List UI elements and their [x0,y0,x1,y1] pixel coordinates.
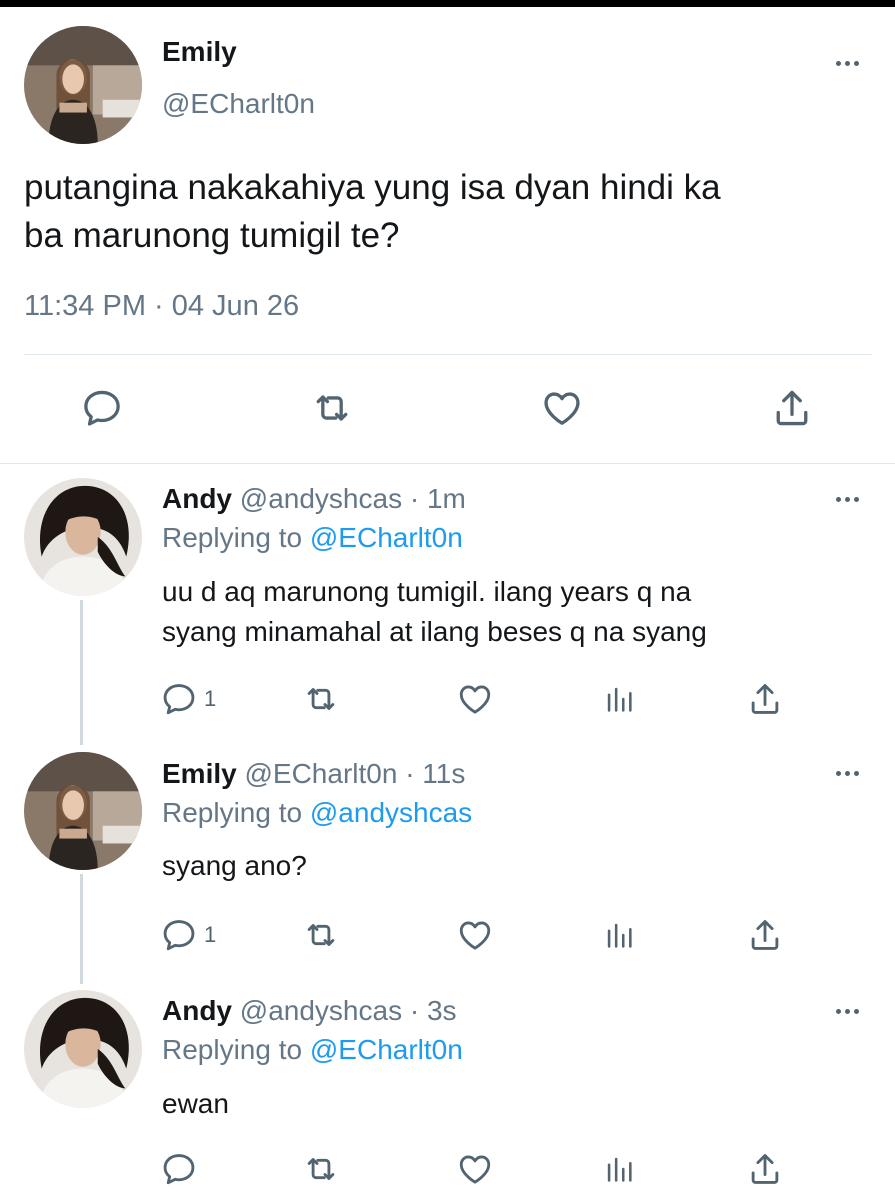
more-options-icon[interactable] [832,58,862,68]
reply-text-line-2: syang minamahal at ilang beses q na syan… [162,616,707,647]
like-icon[interactable] [540,386,584,430]
tweet-text-line-2: ba marunong tumigil te? [24,216,400,255]
avatar[interactable] [24,478,142,596]
reply-header: Andy @andyshcas · 3s [162,995,457,1027]
replying-to-label: Replying to [162,1034,303,1065]
retweet-icon[interactable] [302,1150,340,1188]
replying-to-label: Replying to [162,522,303,553]
reply-handle-time: @andyshcas · 3s [239,995,457,1026]
reply-handle-time: @ECharlt0n · 11s [244,758,466,789]
like-icon[interactable] [456,1150,494,1188]
thread-line [80,600,83,745]
replying-to-handle[interactable]: @ECharlt0n [310,522,463,553]
comment-icon[interactable] [160,1150,198,1188]
replying-to: Replying to @ECharlt0n [162,1034,463,1066]
author-name[interactable]: Emily [162,36,237,68]
share-icon[interactable] [746,680,784,718]
avatar[interactable] [24,752,142,870]
reply-handle-time: @andyshcas · 1m [239,483,466,514]
analytics-icon[interactable] [602,1150,636,1188]
analytics-icon[interactable] [602,916,636,954]
replying-to-handle[interactable]: @ECharlt0n [310,1034,463,1065]
top-edge-bar [0,0,895,7]
replying-to-label: Replying to [162,797,303,828]
comment-icon[interactable] [80,386,124,430]
reply-header: Emily @ECharlt0n · 11s [162,758,465,790]
tweet-text-line-1: putangina nakakahiya yung isa dyan hindi… [24,168,721,207]
replying-to: Replying to @ECharlt0n [162,522,463,554]
divider [24,354,872,355]
analytics-icon[interactable] [602,680,636,718]
like-icon[interactable] [456,916,494,954]
replying-to: Replying to @andyshcas [162,797,472,829]
more-options-icon[interactable] [832,1006,862,1016]
share-icon[interactable] [770,386,814,430]
comment-icon[interactable] [160,916,198,954]
reply-text-line-1: uu d aq marunong tumigil. ilang years q … [162,576,692,607]
share-icon[interactable] [746,916,784,954]
replying-to-handle[interactable]: @andyshcas [310,797,472,828]
tweet-timestamp[interactable]: 11:34 PM · 04 Jun 26 [24,290,299,323]
more-options-icon[interactable] [832,494,862,504]
like-icon[interactable] [456,680,494,718]
reply-author-name[interactable]: Andy [162,995,232,1026]
reply-count: 1 [204,686,217,711]
more-options-icon[interactable] [832,768,862,778]
divider [0,463,895,464]
thread-line [80,874,83,984]
share-icon[interactable] [746,1150,784,1188]
reply-header: Andy @andyshcas · 1m [162,483,466,515]
retweet-icon[interactable] [302,680,340,718]
retweet-icon[interactable] [310,386,354,430]
reply-count: 1 [204,922,217,947]
avatar[interactable] [24,990,142,1108]
reply-text-line-1: syang ano? [162,850,307,881]
avatar[interactable] [24,26,142,144]
reply-text-line-1: ewan [162,1088,229,1119]
reply-author-name[interactable]: Emily [162,758,237,789]
reply-author-name[interactable]: Andy [162,483,232,514]
comment-icon[interactable] [160,680,198,718]
author-handle[interactable]: @ECharlt0n [162,88,315,120]
retweet-icon[interactable] [302,916,340,954]
